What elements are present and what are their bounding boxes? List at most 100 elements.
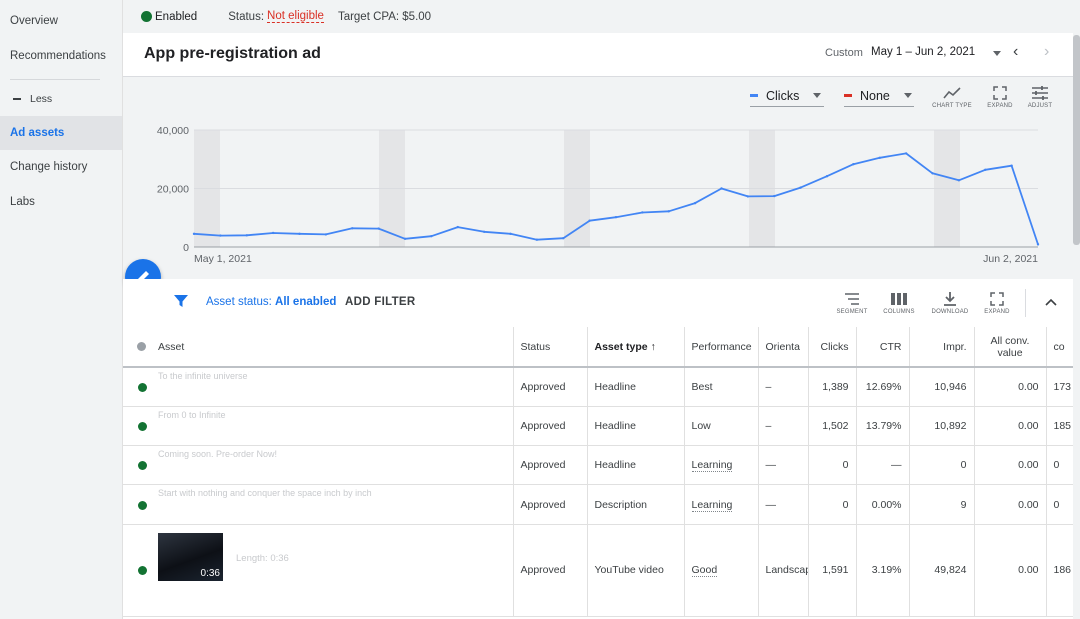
col-header-asset[interactable]: Asset	[123, 327, 514, 368]
impr-cell: 49,824	[909, 524, 975, 617]
add-filter-button[interactable]: ADD FILTER	[345, 296, 416, 308]
download-button[interactable]: DOWNLOAD	[929, 289, 971, 315]
clicks-data-point	[245, 234, 248, 237]
clicks-data-point	[957, 179, 961, 182]
chevron-up-icon[interactable]	[1045, 293, 1057, 309]
segment-button[interactable]: SEGMENT	[831, 289, 873, 315]
performance-label: Best	[691, 380, 713, 393]
sidebar-item-recommendations[interactable]: Recommendations	[0, 39, 122, 73]
clicks-data-point	[535, 238, 539, 241]
status-cell: Approved	[513, 524, 588, 617]
enabled-dot-icon	[138, 566, 147, 576]
asset-status-label: Asset status:	[206, 296, 272, 308]
clicks-data-point	[984, 168, 987, 171]
col-header-status[interactable]: Status	[513, 327, 588, 368]
status-cell: Approved	[513, 484, 588, 525]
video-duration: 0:36	[200, 567, 220, 579]
col-header-label: Status	[520, 340, 551, 353]
chevron-left-icon[interactable]: ‹	[1013, 43, 1018, 61]
asset-text: From 0 to Infinite	[158, 409, 226, 420]
clicks-data-point	[324, 233, 328, 236]
asset-type-cell: Headline	[587, 367, 685, 407]
asset-cell[interactable]: From 0 to Infinite	[123, 406, 514, 447]
col-header-all-conv-value[interactable]: All conv. value	[974, 327, 1047, 368]
sidebar-item-labs[interactable]: Labs	[0, 185, 122, 219]
col-header-clicks[interactable]: Clicks	[808, 327, 857, 368]
asset-text: To the infinite universe	[158, 371, 248, 381]
table-row[interactable]: Start with nothing and conquer the space…	[123, 484, 1080, 525]
asset-status-filter[interactable]: Asset status: All enabled	[206, 296, 336, 308]
clicks-data-point	[693, 201, 697, 205]
columns-label: COLUMNS	[883, 309, 915, 315]
clicks-data-point	[509, 232, 512, 236]
chart-type-button[interactable]: CHART TYPE	[929, 83, 975, 109]
performance-label: Learning	[691, 459, 733, 473]
chart-adjust-button[interactable]: ADJUST	[1017, 83, 1063, 109]
clicks-data-point	[746, 195, 750, 198]
col-header-ctr[interactable]: CTR	[856, 327, 910, 368]
table-row[interactable]: Coming soon. Pre-order Now! Approved Headl…	[123, 445, 1080, 486]
sidebar-item-label: Overview	[10, 15, 58, 27]
col-header-label: CTR	[879, 340, 902, 353]
minus-icon	[13, 98, 21, 100]
col-header-label: Clicks	[820, 340, 849, 353]
ctr-cell: 3.19%	[856, 524, 910, 617]
chart-type-label: CHART TYPE	[932, 103, 972, 109]
clicks-data-point	[852, 163, 855, 166]
filter-bar: Asset status: All enabled ADD FILTER SEG…	[123, 279, 1073, 327]
filter-icon[interactable]	[174, 294, 188, 313]
metric2-dropdown[interactable]: None	[844, 85, 914, 107]
table-row[interactable]: 0:36 Length: 0:36 Approved YouTube video Goo…	[123, 524, 1080, 617]
performance-chart-panel: 0 20,000 40,000 May 1, 2021 Jun 2, 2021 Clic…	[123, 77, 1073, 279]
asset-status-value: All enabled	[275, 296, 337, 308]
col-header-orientation[interactable]: Orienta	[758, 327, 809, 368]
orientation-cell: —	[758, 484, 809, 525]
performance-cell: Good	[684, 524, 759, 617]
metric1-dropdown[interactable]: Clicks	[750, 85, 824, 107]
sidebar-item-ad-assets[interactable]: Ad assets	[0, 116, 122, 150]
x-tick-label: Jun 2, 2021	[983, 253, 1038, 265]
columns-button[interactable]: COLUMNS	[878, 289, 920, 315]
performance-label: Learning	[691, 498, 733, 512]
clicks-cell: 1,389	[808, 367, 857, 407]
col-header-impr[interactable]: Impr.	[909, 327, 975, 368]
date-dropdown-icon[interactable]	[993, 51, 1001, 56]
table-row[interactable]: To the infinite universe Approved Headline…	[123, 367, 1080, 407]
ctr-cell: —	[856, 445, 910, 486]
scrollbar-thumb[interactable]	[1073, 35, 1080, 245]
clicks-data-point	[878, 156, 881, 159]
chevron-right-icon[interactable]: ›	[1044, 43, 1049, 61]
columns-icon	[878, 289, 920, 309]
col-header-label: Asset	[158, 340, 185, 353]
clicks-data-point	[773, 194, 776, 198]
table-expand-label: EXPAND	[984, 309, 1010, 315]
sidebar-item-change-history[interactable]: Change history	[0, 150, 122, 184]
asset-cell[interactable]: Coming soon. Pre-order Now!	[123, 445, 514, 486]
col-header-performance[interactable]: Performance	[684, 327, 759, 368]
sidebar-item-less[interactable]: Less	[0, 82, 122, 116]
table-expand-button[interactable]: EXPAND	[976, 289, 1018, 315]
sidebar-item-overview[interactable]: Overview	[0, 4, 122, 38]
status-value[interactable]: Not eligible	[267, 10, 324, 23]
clicks-swatch	[750, 94, 758, 97]
impr-cell: 10,892	[909, 406, 975, 447]
all-conv-value-cell: 0.00	[974, 445, 1047, 486]
video-length: Length: 0:36	[236, 552, 289, 564]
clicks-data-point	[720, 187, 723, 190]
col-header-asset-type[interactable]: Asset type ↑	[587, 327, 685, 368]
table-row[interactable]: From 0 to Infinite Approved Headline Low –1,…	[123, 406, 1080, 447]
clicks-data-point	[588, 219, 591, 222]
clicks-data-point	[192, 232, 196, 236]
enabled-dot-icon	[138, 461, 147, 471]
date-range[interactable]: May 1 – Jun 2, 2021	[871, 46, 975, 58]
clicks-cell: 1,502	[808, 406, 857, 447]
metric2-label: None	[860, 88, 890, 103]
asset-cell[interactable]: Start with nothing and conquer the space…	[123, 484, 514, 525]
ctr-cell: 12.69%	[856, 367, 910, 407]
asset-cell[interactable]: To the infinite universe	[123, 367, 514, 407]
expand-icon	[976, 289, 1018, 309]
enabled-status[interactable]: Enabled	[141, 11, 197, 23]
video-thumbnail[interactable]: 0:36	[158, 532, 223, 581]
asset-cell[interactable]: 0:36 Length: 0:36	[123, 524, 514, 617]
status-cell: Approved	[513, 445, 588, 486]
